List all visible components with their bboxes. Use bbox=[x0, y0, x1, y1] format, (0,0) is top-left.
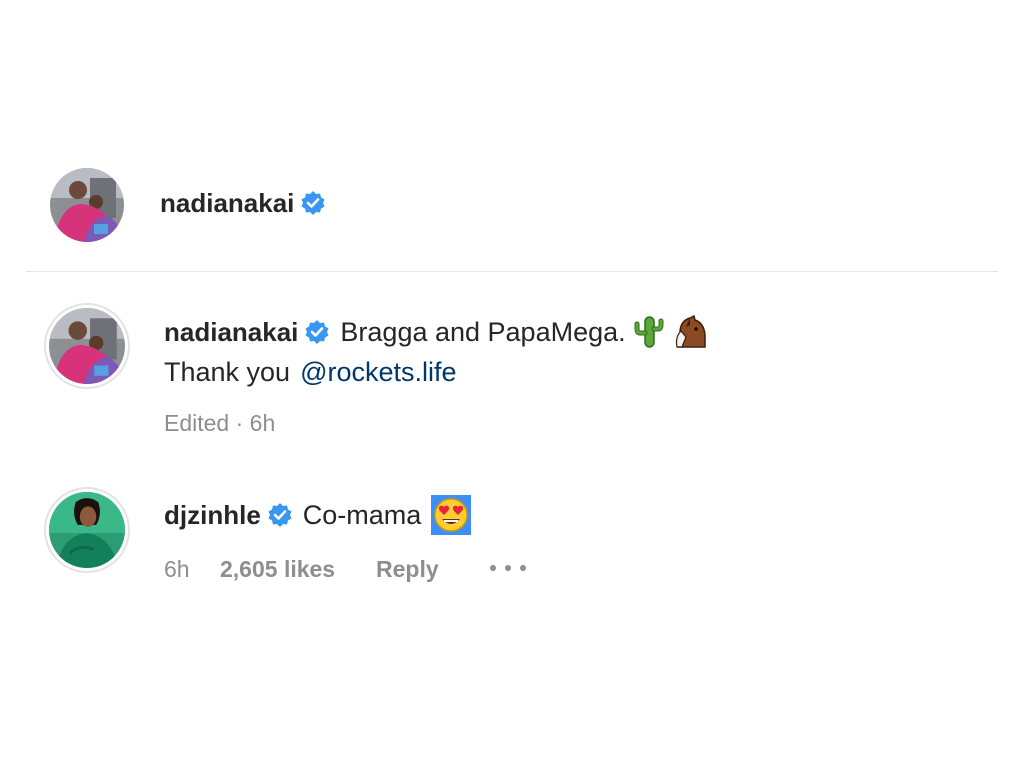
post-header-username[interactable]: nadianakai bbox=[160, 188, 294, 219]
header-divider bbox=[26, 271, 998, 272]
caption-username[interactable]: nadianakai bbox=[164, 317, 298, 348]
more-options-icon[interactable] bbox=[490, 556, 526, 580]
post-author-avatar[interactable] bbox=[50, 168, 124, 242]
caption-text: Bragga and PapaMega. bbox=[340, 316, 626, 347]
comment-text: Co-mama bbox=[302, 499, 422, 530]
dot bbox=[520, 565, 526, 571]
avatar-photo bbox=[50, 168, 124, 242]
heart-eyes-emoji bbox=[431, 495, 472, 535]
verified-badge-icon bbox=[304, 319, 330, 345]
verified-badge-icon bbox=[267, 502, 293, 528]
caption-meta: Edited · 6h bbox=[164, 410, 276, 436]
caption-text-line2: Thank you bbox=[164, 356, 291, 387]
mention-link[interactable]: @rockets.life bbox=[300, 357, 456, 388]
dot bbox=[505, 565, 511, 571]
comment-time: 6h bbox=[164, 556, 190, 582]
caption-line-2: Thank you @rockets.life bbox=[164, 352, 457, 392]
dot bbox=[490, 565, 496, 571]
avatar-photo bbox=[49, 492, 125, 568]
horse-emoji bbox=[672, 314, 708, 349]
comment-username[interactable]: djzinhle bbox=[164, 500, 261, 531]
comment-likes[interactable]: 2,605 likes bbox=[220, 556, 335, 583]
post-header: nadianakai bbox=[160, 186, 326, 220]
comment-author-avatar[interactable] bbox=[44, 487, 130, 573]
verified-badge-icon bbox=[300, 190, 326, 216]
reply-button[interactable]: Reply bbox=[376, 556, 439, 583]
caption-line: nadianakai Bragga and PapaMega. bbox=[164, 312, 708, 352]
cactus-emoji bbox=[634, 315, 664, 349]
caption-author-avatar[interactable] bbox=[44, 303, 130, 389]
comment-line: djzinhle Co-mama bbox=[164, 495, 472, 535]
avatar-photo bbox=[49, 308, 125, 384]
